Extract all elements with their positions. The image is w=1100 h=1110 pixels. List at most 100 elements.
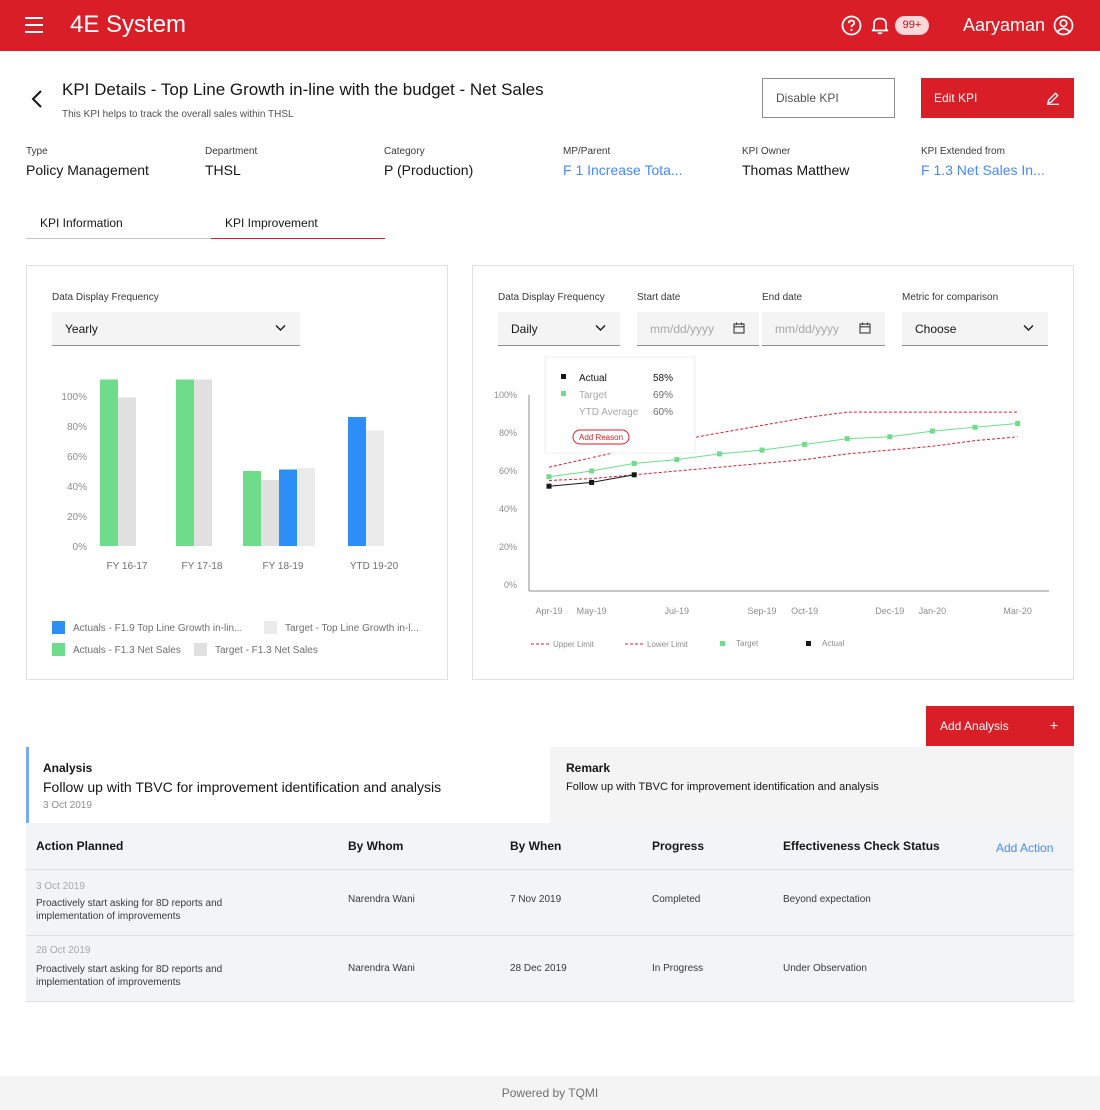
by-whom-cell: Narendra Wani — [348, 963, 415, 974]
y-tick-label: 20% — [499, 542, 517, 552]
bar — [194, 379, 212, 546]
legend-label: Actuals - F1.9 Top Line Growth in-lin... — [73, 623, 243, 634]
legend-label: Actual — [822, 639, 844, 648]
action-text-line1: Proactively start asking for 8D reports … — [36, 964, 223, 975]
metric-select[interactable]: Choose — [902, 312, 1048, 346]
bar — [176, 379, 194, 546]
kpi-extended-link[interactable]: F 1.3 Net Sales In... — [921, 162, 1045, 178]
header-by-when: By When — [510, 839, 562, 853]
bar — [279, 469, 297, 546]
pencil-icon — [1047, 92, 1059, 105]
y-tick-label: 0% — [504, 580, 517, 590]
calendar-icon — [733, 322, 745, 334]
y-tick-label: 0% — [73, 542, 88, 553]
tooltip-marker — [561, 391, 566, 396]
action-date: 3 Oct 2019 — [36, 881, 85, 892]
x-tick-label: Dec-19 — [875, 606, 904, 616]
target-point — [631, 460, 637, 466]
add-action-link[interactable]: Add Action — [996, 841, 1053, 855]
back-arrow-icon[interactable] — [30, 89, 44, 109]
y-tick-label: 60% — [499, 466, 517, 476]
mp-parent-link[interactable]: F 1 Increase Tota... — [563, 162, 683, 178]
user-name[interactable]: Aaryaman — [963, 15, 1045, 36]
bar — [100, 379, 118, 546]
page-subtitle: This KPI helps to track the overall sale… — [62, 109, 294, 120]
left-frequency-select[interactable]: Yearly — [52, 312, 300, 346]
legend-item-actuals-net-sales: Actuals - F1.3 Net Sales — [52, 643, 181, 656]
add-analysis-button[interactable]: Add Analysis + — [926, 706, 1074, 746]
x-tick-label: May-19 — [577, 606, 607, 616]
table-row[interactable]: 28 Oct 2019 Proactively start asking for… — [26, 936, 1074, 1002]
user-avatar-icon[interactable] — [1053, 15, 1074, 36]
bar — [366, 430, 384, 546]
legend-swatch — [720, 641, 725, 646]
actual-point — [546, 483, 552, 489]
status-cell: Beyond expectation — [783, 894, 871, 905]
legend-swatch — [806, 641, 811, 646]
tab-kpi-information[interactable]: KPI Information — [26, 208, 211, 239]
y-tick-label: 80% — [67, 422, 87, 433]
y-tick-label: 80% — [499, 428, 517, 438]
target-point — [972, 424, 978, 430]
status-cell: Under Observation — [783, 963, 867, 974]
kpi-extended-label: KPI Extended from — [921, 146, 1005, 157]
progress-cell: Completed — [652, 894, 701, 905]
bar-chart: 0% 20% 40% 60% 80% 100% FY 16-17 FY 17-18 FY 18-… — [61, 379, 399, 572]
legend-label: Lower Limit — [647, 640, 689, 649]
start-date-input[interactable]: mm/dd/yyyy — [637, 312, 759, 346]
bar — [348, 417, 366, 546]
target-point — [674, 457, 680, 463]
table-row[interactable]: 3 Oct 2019 Proactively start asking for … — [26, 870, 1074, 936]
end-date-label: End date — [762, 292, 803, 303]
calendar-icon — [859, 322, 871, 334]
by-when-cell: 28 Dec 2019 — [510, 963, 567, 974]
x-tick-label: Mar-20 — [1003, 606, 1032, 616]
progress-cell: In Progress — [652, 963, 704, 974]
header-effectiveness: Effectiveness Check Status — [783, 839, 940, 853]
target-point — [929, 428, 935, 434]
x-tick-label: Sep-19 — [747, 606, 776, 616]
x-tick-label: Apr-19 — [535, 606, 562, 616]
category-value: P (Production) — [384, 162, 474, 178]
edit-kpi-label: Edit KPI — [934, 91, 978, 105]
top-bar: 4E System 99+ Aaryaman — [0, 0, 1100, 51]
type-value: Policy Management — [26, 162, 149, 178]
notification-count-badge: 99+ — [895, 16, 929, 35]
target-point — [844, 436, 850, 442]
legend-item-target-top-line: Target - Top Line Growth in-l... — [264, 621, 419, 634]
action-text-line1: Proactively start asking for 8D reports … — [36, 898, 223, 909]
help-icon[interactable] — [841, 15, 862, 36]
hamburger-menu-icon[interactable] — [25, 17, 43, 33]
tooltip-value: 60% — [653, 407, 673, 418]
right-frequency-value: Daily — [511, 322, 538, 336]
legend-swatch-green — [52, 643, 65, 656]
bar — [297, 468, 315, 546]
legend-swatch-grey — [194, 643, 207, 656]
bell-icon[interactable] — [870, 15, 890, 36]
legend-item-actuals-top-line: Actuals - F1.9 Top Line Growth in-lin... — [52, 621, 242, 634]
kpi-owner-value: Thomas Matthew — [742, 162, 850, 178]
category-label: Category — [384, 146, 425, 157]
end-date-input[interactable]: mm/dd/yyyy — [762, 312, 885, 346]
tooltip-value: 69% — [653, 390, 673, 401]
tooltip-label: YTD Average — [579, 407, 639, 418]
tab-kpi-improvement[interactable]: KPI Improvement — [211, 208, 385, 239]
end-date-placeholder: mm/dd/yyyy — [775, 322, 840, 336]
metric-value: Choose — [915, 322, 957, 336]
add-reason-label: Add Reason — [579, 433, 623, 442]
right-frequency-select[interactable]: Daily — [498, 312, 620, 346]
y-tick-label: 100% — [61, 392, 87, 403]
bar — [243, 471, 261, 546]
action-table-header: Action Planned By Whom By When Progress … — [26, 823, 1074, 870]
by-when-cell: 7 Nov 2019 — [510, 894, 562, 905]
left-frequency-label: Data Display Frequency — [52, 292, 159, 303]
target-point — [802, 441, 808, 447]
x-tick-label: FY 16-17 — [107, 561, 148, 572]
y-tick-label: 20% — [67, 512, 87, 523]
by-whom-cell: Narendra Wani — [348, 894, 415, 905]
department-value: THSL — [205, 162, 241, 178]
department-label: Department — [205, 146, 258, 157]
app-title: 4E System — [70, 11, 187, 38]
disable-kpi-button[interactable]: Disable KPI — [762, 78, 895, 118]
edit-kpi-button[interactable]: Edit KPI — [921, 78, 1074, 118]
